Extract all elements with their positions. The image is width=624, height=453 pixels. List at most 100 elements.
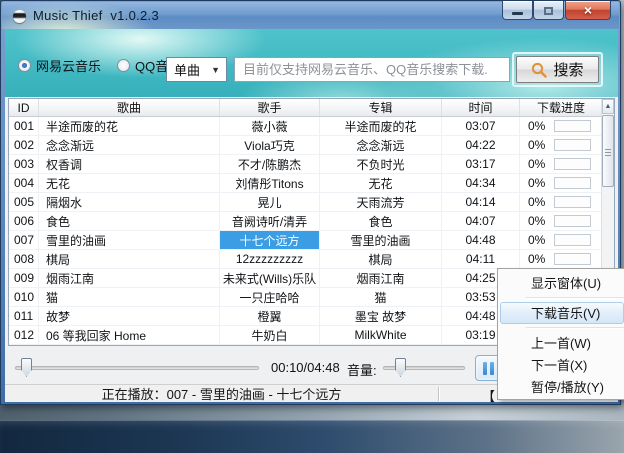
cell-time: 04:48 <box>442 231 520 249</box>
column-header-time[interactable]: 时间 <box>442 99 520 116</box>
now-playing-status: 正在播放：007 - 雪里的油画 - 十七个远方 <box>101 387 342 402</box>
volume-slider-thumb[interactable] <box>395 358 406 377</box>
cell-id: 010 <box>9 288 39 306</box>
radio-qq-music[interactable] <box>117 59 131 72</box>
minimize-button[interactable] <box>502 1 533 20</box>
seek-slider-thumb[interactable] <box>21 358 32 377</box>
cell-id: 002 <box>9 136 39 154</box>
cell-time: 04:14 <box>442 193 520 211</box>
cell-time: 04:34 <box>442 174 520 192</box>
scroll-up-icon[interactable]: ▲ <box>602 99 614 114</box>
menu-item-next-track[interactable]: 下一首(X) <box>500 354 624 376</box>
search-button-label: 搜索 <box>553 62 584 79</box>
progress-percent: 0% <box>528 176 546 190</box>
progress-bar <box>554 120 592 132</box>
radio-netease-label[interactable]: 网易云音乐 <box>36 56 101 75</box>
cell-artist: 音阙诗听/清弄 <box>220 212 320 230</box>
search-input[interactable] <box>234 57 510 82</box>
cell-time: 04:22 <box>442 136 520 154</box>
table-row[interactable]: 003 权香调 不才/陈鹏杰 不负时光 03:17 0% <box>9 155 614 174</box>
progress-bar <box>554 234 592 246</box>
progress-percent: 0% <box>528 214 546 228</box>
progress-percent: 0% <box>528 195 546 209</box>
table-row[interactable]: 005 隔烟水 晃儿 天雨流芳 04:14 0% <box>9 193 614 212</box>
cell-song: 食色 <box>39 212 220 230</box>
cell-album: 念念渐远 <box>320 136 442 154</box>
cell-song: 雪里的油画 <box>39 231 220 249</box>
cell-artist: 晃儿 <box>220 193 320 211</box>
progress-bar <box>554 177 592 189</box>
app-icon <box>13 10 26 23</box>
radio-netease-music[interactable] <box>18 59 31 72</box>
table-row[interactable]: 002 念念渐远 Viola巧克 念念渐远 04:22 0% <box>9 136 614 155</box>
cell-artist: 牛奶白 <box>220 326 320 344</box>
search-button[interactable]: 搜索 <box>512 52 603 87</box>
cell-album: 食色 <box>320 212 442 230</box>
cell-progress: 0% <box>520 250 603 268</box>
progress-percent: 0% <box>528 138 546 152</box>
cell-song: 烟雨江南 <box>39 269 220 287</box>
cell-song: 隔烟水 <box>39 193 220 211</box>
column-header-artist[interactable]: 歌手 <box>220 99 320 116</box>
cell-id: 004 <box>9 174 39 192</box>
table-row[interactable]: 001 半途而废的花 薇小薇 半途而废的花 03:07 0% <box>9 117 614 136</box>
table-row[interactable]: 007 雪里的油画 十七个远方 雪里的油画 04:48 0% <box>9 231 614 250</box>
cell-album: 不负时光 <box>320 155 442 173</box>
cell-song: 半途而废的花 <box>39 117 220 135</box>
minimize-icon <box>512 12 523 15</box>
table-row[interactable]: 004 无花 刘倩彤Titons 无花 04:34 0% <box>9 174 614 193</box>
maximize-icon <box>544 6 553 15</box>
cell-album: 半途而废的花 <box>320 117 442 135</box>
cell-id: 008 <box>9 250 39 268</box>
scrollbar-thumb[interactable] <box>602 115 614 187</box>
cell-progress: 0% <box>520 231 603 249</box>
column-header-progress[interactable]: 下载进度 <box>520 99 603 116</box>
menu-item-show-window[interactable]: 显示窗体(U) <box>500 272 624 294</box>
search-type-value: 单曲 <box>174 63 201 78</box>
table-header: ID 歌曲 歌手 专辑 时间 下载进度 <box>9 99 614 117</box>
table-row[interactable]: 006 食色 音阙诗听/清弄 食色 04:07 0% <box>9 212 614 231</box>
menu-separator <box>526 327 624 329</box>
seek-slider-track[interactable] <box>15 366 259 370</box>
column-header-album[interactable]: 专辑 <box>320 99 442 116</box>
cell-song: 猫 <box>39 288 220 306</box>
cell-id: 003 <box>9 155 39 173</box>
playback-time: 00:10/04:48 <box>271 360 340 375</box>
cell-id: 011 <box>9 307 39 325</box>
menu-item-pause-play[interactable]: 暂停/播放(Y) <box>500 376 624 398</box>
cell-progress: 0% <box>520 136 603 154</box>
chevron-down-icon: ▼ <box>211 64 220 75</box>
cell-song: 棋局 <box>39 250 220 268</box>
tray-context-menu: 显示窗体(U) 下载音乐(V) 上一首(W) 下一首(X) 暂停/播放(Y) <box>497 268 624 400</box>
desktop: Music Thief v1.0.2.3 × 网易云音乐 QQ音乐 单曲 ▼ 目… <box>0 0 624 453</box>
status-divider <box>438 387 439 401</box>
cell-progress: 0% <box>520 155 603 173</box>
column-header-song[interactable]: 歌曲 <box>39 99 220 116</box>
search-type-dropdown[interactable]: 单曲 ▼ <box>166 57 227 82</box>
status-right-text: 【 <box>482 389 496 404</box>
table-row[interactable]: 008 棋局 12zzzzzzzzz 棋局 04:11 0% <box>9 250 614 269</box>
progress-bar <box>554 158 592 170</box>
search-panel: 网易云音乐 QQ音乐 单曲 ▼ 搜索 <box>5 29 618 97</box>
column-header-id[interactable]: ID <box>9 99 39 116</box>
cell-id: 012 <box>9 326 39 344</box>
menu-item-download-music[interactable]: 下载音乐(V) <box>500 302 624 324</box>
cell-album: 天雨流芳 <box>320 193 442 211</box>
cell-id: 007 <box>9 231 39 249</box>
cell-id: 001 <box>9 117 39 135</box>
cell-progress: 0% <box>520 212 603 230</box>
cell-album: 墨宝 故梦 <box>320 307 442 325</box>
progress-bar <box>554 215 592 227</box>
volume-label: 音量: <box>347 363 377 378</box>
progress-percent: 0% <box>528 252 546 266</box>
cell-album: 雪里的油画 <box>320 231 442 249</box>
menu-item-previous-track[interactable]: 上一首(W) <box>500 332 624 354</box>
cell-artist: 12zzzzzzzzz <box>220 250 320 268</box>
cell-album: MilkWhite <box>320 326 442 344</box>
maximize-button[interactable] <box>533 1 564 20</box>
cell-artist: 十七个远方 <box>220 231 320 249</box>
cell-artist: Viola巧克 <box>220 136 320 154</box>
cell-album: 棋局 <box>320 250 442 268</box>
close-button[interactable]: × <box>565 1 611 20</box>
cell-time: 04:11 <box>442 250 520 268</box>
